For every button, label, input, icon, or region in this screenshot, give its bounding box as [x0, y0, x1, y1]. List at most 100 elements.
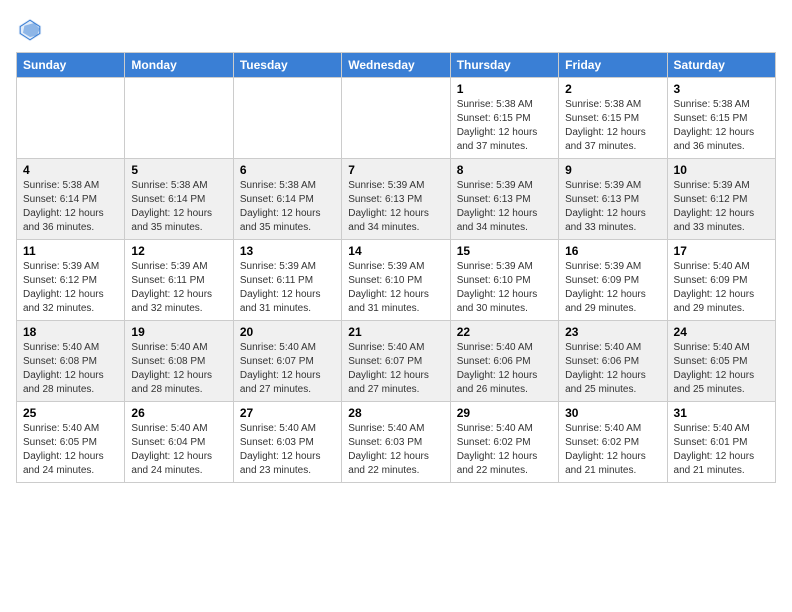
day-number: 10: [674, 163, 769, 177]
header-day-tuesday: Tuesday: [233, 53, 341, 78]
day-cell: [17, 78, 125, 159]
day-number: 30: [565, 406, 660, 420]
day-cell: 13 Sunrise: 5:39 AM Sunset: 6:11 PM Dayli…: [233, 240, 341, 321]
day-cell: 27 Sunrise: 5:40 AM Sunset: 6:03 PM Dayli…: [233, 402, 341, 483]
day-cell: 22 Sunrise: 5:40 AM Sunset: 6:06 PM Dayli…: [450, 321, 558, 402]
day-cell: 7 Sunrise: 5:39 AM Sunset: 6:13 PM Daylig…: [342, 159, 450, 240]
day-number: 19: [131, 325, 226, 339]
day-cell: [233, 78, 341, 159]
day-number: 13: [240, 244, 335, 258]
day-cell: 24 Sunrise: 5:40 AM Sunset: 6:05 PM Dayli…: [667, 321, 775, 402]
header-day-friday: Friday: [559, 53, 667, 78]
day-info: Sunrise: 5:40 AM Sunset: 6:07 PM Dayligh…: [348, 341, 443, 397]
day-info: Sunrise: 5:40 AM Sunset: 6:07 PM Dayligh…: [240, 341, 335, 397]
day-number: 14: [348, 244, 443, 258]
day-cell: 3Sunrise: 5:38 AM Sunset: 6:15 PM Daylig…: [667, 78, 775, 159]
day-number: 28: [348, 406, 443, 420]
day-info: Sunrise: 5:40 AM Sunset: 6:06 PM Dayligh…: [565, 341, 660, 397]
day-info: Sunrise: 5:39 AM Sunset: 6:11 PM Dayligh…: [240, 260, 335, 316]
day-cell: 8 Sunrise: 5:39 AM Sunset: 6:13 PM Daylig…: [450, 159, 558, 240]
day-number: 9: [565, 163, 660, 177]
day-info: Sunrise: 5:40 AM Sunset: 6:02 PM Dayligh…: [565, 422, 660, 478]
day-info: Sunrise: 5:40 AM Sunset: 6:04 PM Dayligh…: [131, 422, 226, 478]
day-info: Sunrise: 5:40 AM Sunset: 6:09 PM Dayligh…: [674, 260, 769, 316]
day-number: 6: [240, 163, 335, 177]
day-info: Sunrise: 5:40 AM Sunset: 6:05 PM Dayligh…: [674, 341, 769, 397]
day-cell: [125, 78, 233, 159]
day-cell: 29Sunrise: 5:40 AM Sunset: 6:02 PM Dayli…: [450, 402, 558, 483]
day-info: Sunrise: 5:40 AM Sunset: 6:05 PM Dayligh…: [23, 422, 118, 478]
day-number: 24: [674, 325, 769, 339]
day-number: 18: [23, 325, 118, 339]
header-day-monday: Monday: [125, 53, 233, 78]
day-number: 22: [457, 325, 552, 339]
calendar-table: SundayMondayTuesdayWednesdayThursdayFrid…: [16, 52, 776, 483]
week-row-3: 11 Sunrise: 5:39 AM Sunset: 6:12 PM Dayli…: [17, 240, 776, 321]
day-cell: 20 Sunrise: 5:40 AM Sunset: 6:07 PM Dayli…: [233, 321, 341, 402]
day-number: 3: [674, 82, 769, 96]
day-cell: 1 Sunrise: 5:38 AM Sunset: 6:15 PM Daylig…: [450, 78, 558, 159]
day-number: 29: [457, 406, 552, 420]
day-number: 21: [348, 325, 443, 339]
day-info: Sunrise: 5:40 AM Sunset: 6:08 PM Dayligh…: [23, 341, 118, 397]
day-cell: 4Sunrise: 5:38 AM Sunset: 6:14 PM Daylig…: [17, 159, 125, 240]
header: [16, 16, 776, 44]
day-info: Sunrise: 5:39 AM Sunset: 6:13 PM Dayligh…: [348, 179, 443, 235]
day-info: Sunrise: 5:40 AM Sunset: 6:01 PM Dayligh…: [674, 422, 769, 478]
day-cell: 26 Sunrise: 5:40 AM Sunset: 6:04 PM Dayli…: [125, 402, 233, 483]
day-info: Sunrise: 5:38 AM Sunset: 6:14 PM Dayligh…: [240, 179, 335, 235]
day-number: 23: [565, 325, 660, 339]
day-cell: 17Sunrise: 5:40 AM Sunset: 6:09 PM Dayli…: [667, 240, 775, 321]
day-cell: 12 Sunrise: 5:39 AM Sunset: 6:11 PM Dayli…: [125, 240, 233, 321]
day-number: 27: [240, 406, 335, 420]
day-cell: [342, 78, 450, 159]
day-info: Sunrise: 5:39 AM Sunset: 6:12 PM Dayligh…: [674, 179, 769, 235]
logo-icon: [16, 16, 44, 44]
day-info: Sunrise: 5:40 AM Sunset: 6:06 PM Dayligh…: [457, 341, 552, 397]
day-number: 5: [131, 163, 226, 177]
day-info: Sunrise: 5:39 AM Sunset: 6:10 PM Dayligh…: [348, 260, 443, 316]
day-info: Sunrise: 5:39 AM Sunset: 6:13 PM Dayligh…: [457, 179, 552, 235]
day-info: Sunrise: 5:40 AM Sunset: 6:08 PM Dayligh…: [131, 341, 226, 397]
day-info: Sunrise: 5:38 AM Sunset: 6:15 PM Dayligh…: [457, 98, 552, 154]
day-info: Sunrise: 5:39 AM Sunset: 6:12 PM Dayligh…: [23, 260, 118, 316]
day-cell: 31Sunrise: 5:40 AM Sunset: 6:01 PM Dayli…: [667, 402, 775, 483]
day-cell: 10 Sunrise: 5:39 AM Sunset: 6:12 PM Dayli…: [667, 159, 775, 240]
day-info: Sunrise: 5:40 AM Sunset: 6:03 PM Dayligh…: [240, 422, 335, 478]
day-number: 11: [23, 244, 118, 258]
day-number: 25: [23, 406, 118, 420]
day-cell: 2 Sunrise: 5:38 AM Sunset: 6:15 PM Daylig…: [559, 78, 667, 159]
day-cell: 11 Sunrise: 5:39 AM Sunset: 6:12 PM Dayli…: [17, 240, 125, 321]
day-cell: 19 Sunrise: 5:40 AM Sunset: 6:08 PM Dayli…: [125, 321, 233, 402]
day-number: 16: [565, 244, 660, 258]
day-cell: 21 Sunrise: 5:40 AM Sunset: 6:07 PM Dayli…: [342, 321, 450, 402]
day-number: 26: [131, 406, 226, 420]
day-cell: 16 Sunrise: 5:39 AM Sunset: 6:09 PM Dayli…: [559, 240, 667, 321]
day-number: 12: [131, 244, 226, 258]
day-cell: 28Sunrise: 5:40 AM Sunset: 6:03 PM Dayli…: [342, 402, 450, 483]
day-number: 8: [457, 163, 552, 177]
day-cell: 14 Sunrise: 5:39 AM Sunset: 6:10 PM Dayli…: [342, 240, 450, 321]
week-row-4: 18 Sunrise: 5:40 AM Sunset: 6:08 PM Dayli…: [17, 321, 776, 402]
header-day-thursday: Thursday: [450, 53, 558, 78]
day-info: Sunrise: 5:38 AM Sunset: 6:14 PM Dayligh…: [23, 179, 118, 235]
header-day-saturday: Saturday: [667, 53, 775, 78]
day-cell: 23 Sunrise: 5:40 AM Sunset: 6:06 PM Dayli…: [559, 321, 667, 402]
day-number: 1: [457, 82, 552, 96]
day-cell: 9 Sunrise: 5:39 AM Sunset: 6:13 PM Daylig…: [559, 159, 667, 240]
day-number: 7: [348, 163, 443, 177]
day-cell: 15Sunrise: 5:39 AM Sunset: 6:10 PM Dayli…: [450, 240, 558, 321]
day-number: 2: [565, 82, 660, 96]
week-row-1: 1 Sunrise: 5:38 AM Sunset: 6:15 PM Daylig…: [17, 78, 776, 159]
day-cell: 5Sunrise: 5:38 AM Sunset: 6:14 PM Daylig…: [125, 159, 233, 240]
day-number: 15: [457, 244, 552, 258]
day-info: Sunrise: 5:38 AM Sunset: 6:15 PM Dayligh…: [565, 98, 660, 154]
week-row-2: 4Sunrise: 5:38 AM Sunset: 6:14 PM Daylig…: [17, 159, 776, 240]
week-row-5: 25 Sunrise: 5:40 AM Sunset: 6:05 PM Dayli…: [17, 402, 776, 483]
day-info: Sunrise: 5:39 AM Sunset: 6:11 PM Dayligh…: [131, 260, 226, 316]
day-info: Sunrise: 5:39 AM Sunset: 6:13 PM Dayligh…: [565, 179, 660, 235]
day-number: 20: [240, 325, 335, 339]
day-cell: 18 Sunrise: 5:40 AM Sunset: 6:08 PM Dayli…: [17, 321, 125, 402]
day-cell: 30 Sunrise: 5:40 AM Sunset: 6:02 PM Dayli…: [559, 402, 667, 483]
day-info: Sunrise: 5:39 AM Sunset: 6:09 PM Dayligh…: [565, 260, 660, 316]
